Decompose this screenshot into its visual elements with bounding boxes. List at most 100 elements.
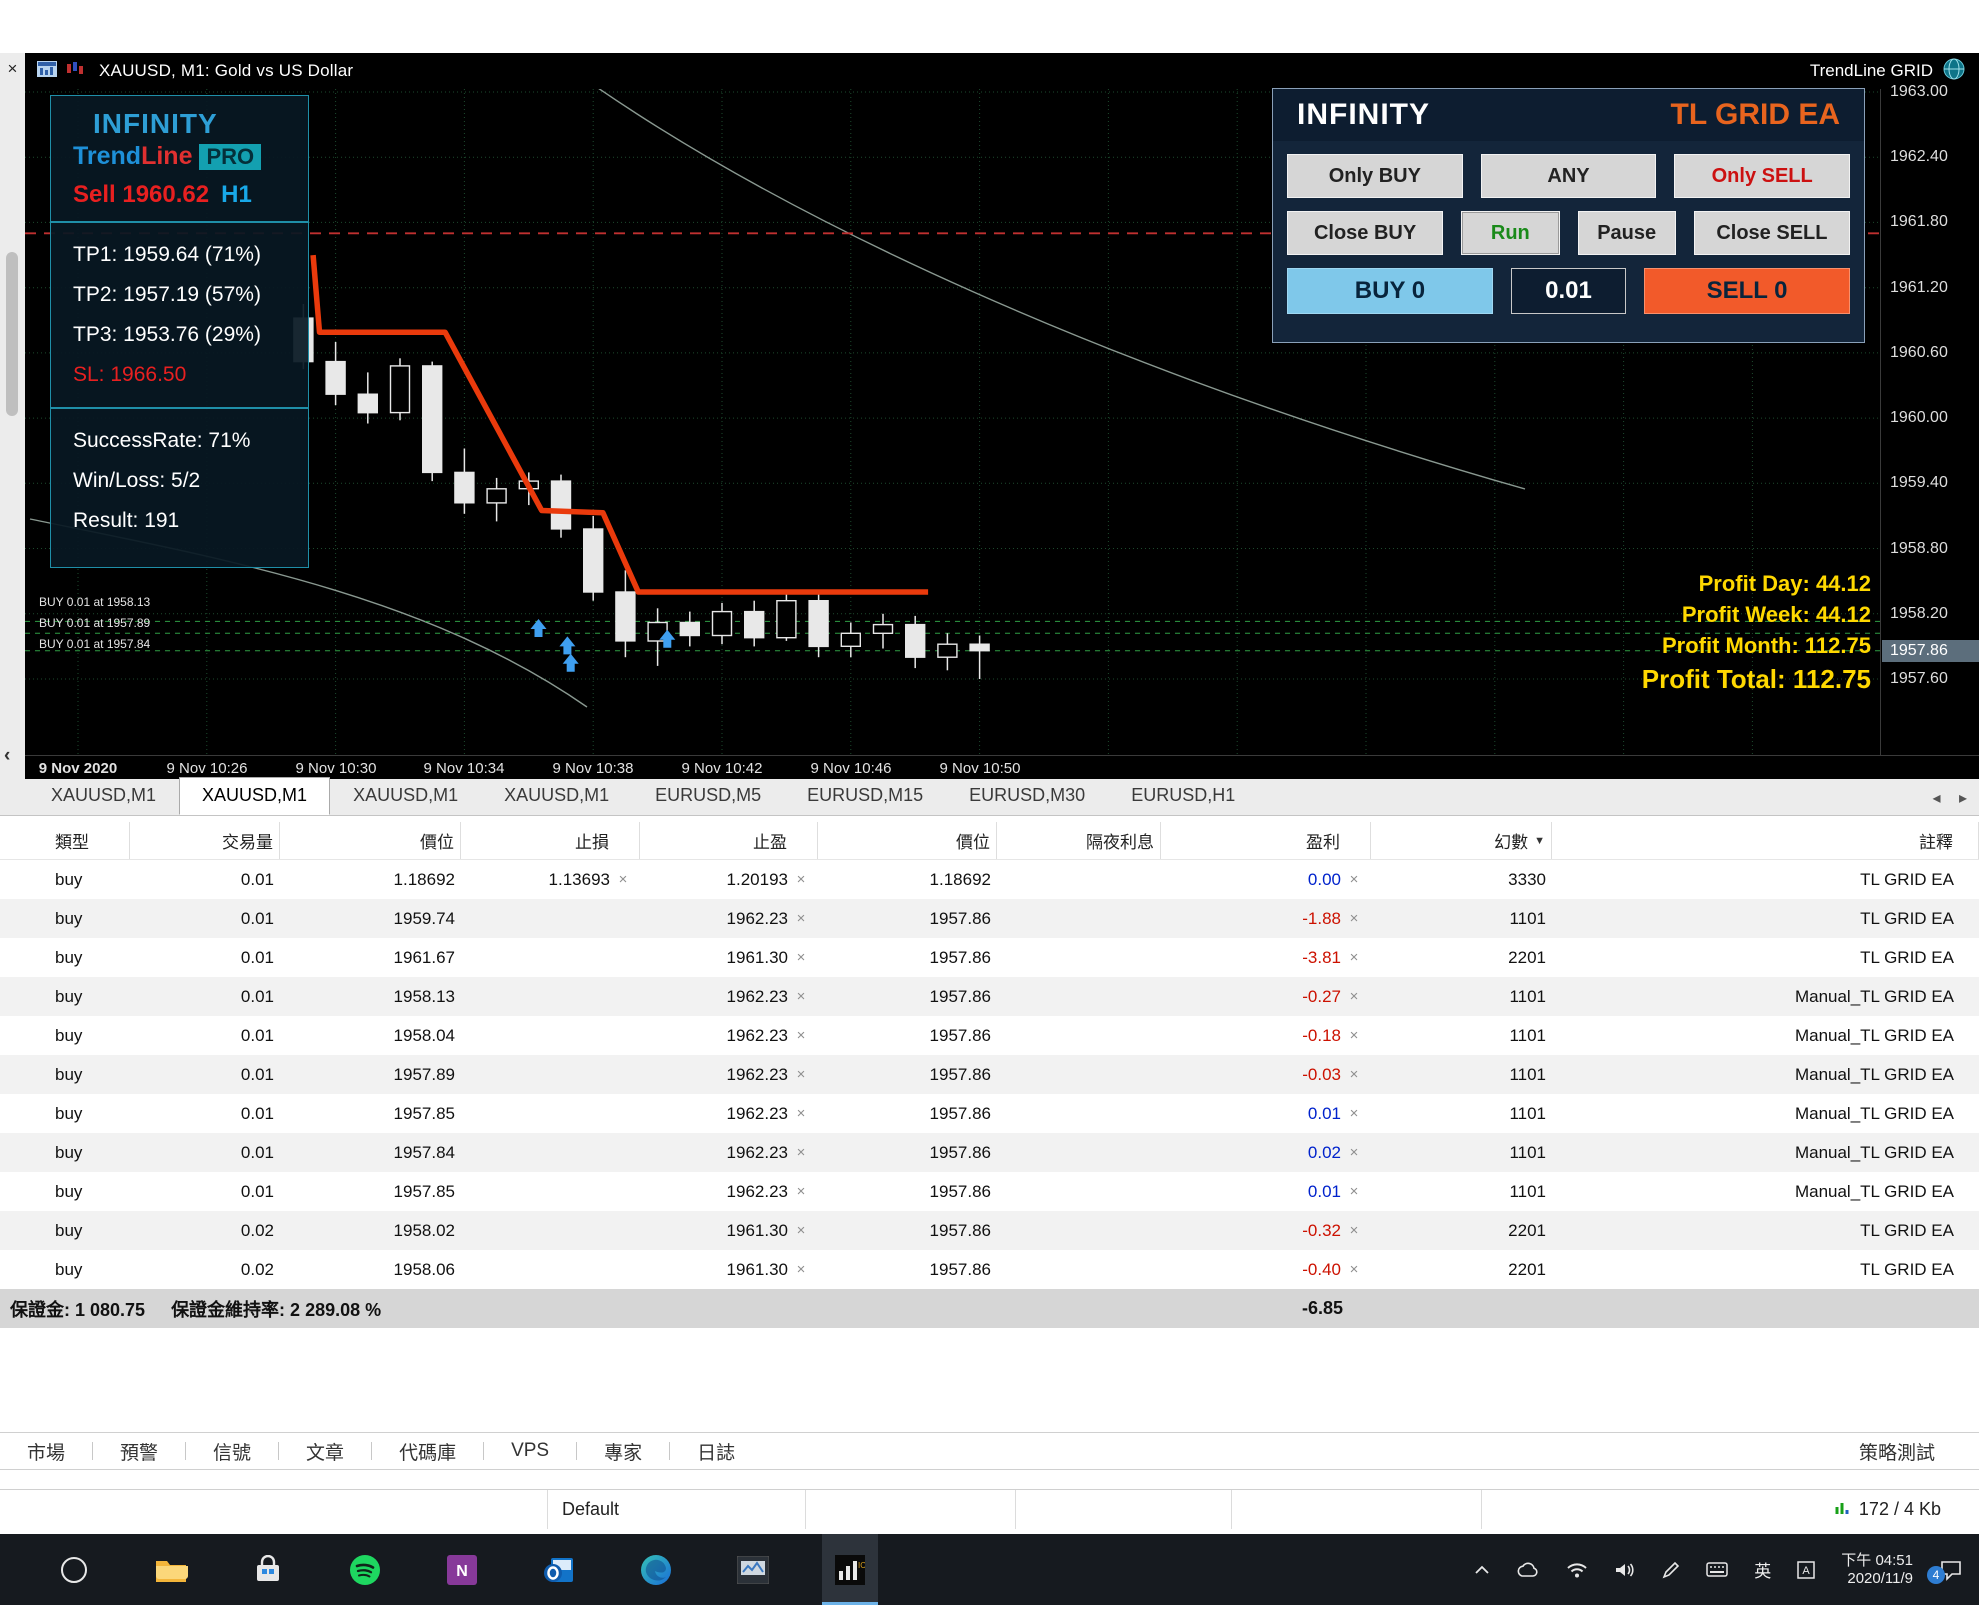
column-header-type[interactable]: 類型: [0, 822, 130, 859]
column-header-price[interactable]: 價位: [280, 822, 461, 859]
close-position-icon[interactable]: ×: [790, 871, 812, 888]
close-position-icon[interactable]: ×: [1343, 1066, 1365, 1083]
close-position-icon[interactable]: ×: [1343, 910, 1365, 927]
close-position-icon[interactable]: ×: [790, 910, 812, 927]
column-header-comment[interactable]: 註釋: [1552, 822, 1979, 859]
tray-expand-icon[interactable]: [1474, 1565, 1490, 1575]
chart-tab-eurusd-m5[interactable]: EURUSD,M5: [632, 777, 784, 815]
chart-tab-eurusd-m30[interactable]: EURUSD,M30: [946, 777, 1108, 815]
position-row[interactable]: buy0.021958.021961.30×1957.86-0.32×2201T…: [0, 1211, 1979, 1250]
volume-icon[interactable]: [1614, 1562, 1636, 1578]
strategy-tester-tab[interactable]: 策略測試: [1859, 1438, 1979, 1465]
language-indicator[interactable]: 英: [1754, 1557, 1771, 1582]
chart-tab-xauusd-m1-2[interactable]: XAUUSD,M1: [179, 777, 330, 815]
chart-tab-eurusd-m15[interactable]: EURUSD,M15: [784, 777, 946, 815]
close-position-icon[interactable]: ×: [1343, 1105, 1365, 1122]
onenote-icon[interactable]: N: [434, 1534, 490, 1605]
any-button[interactable]: ANY: [1481, 154, 1657, 198]
search-icon[interactable]: [46, 1534, 102, 1605]
clock[interactable]: 下午 04:51 2020/11/9: [1841, 1552, 1913, 1588]
column-header-swap[interactable]: 隔夜利息: [997, 822, 1161, 859]
run-button[interactable]: Run: [1461, 211, 1559, 255]
profile-selector[interactable]: Default: [548, 1490, 806, 1529]
toolbox-tab-experts[interactable]: 專家: [577, 1438, 669, 1465]
toolbox-tab-journal[interactable]: 日誌: [670, 1438, 762, 1465]
edge-icon[interactable]: [628, 1534, 684, 1605]
close-position-icon[interactable]: ×: [1343, 949, 1365, 966]
pause-button[interactable]: Pause: [1578, 211, 1676, 255]
tab-scroll-left-icon[interactable]: ◂: [1932, 790, 1940, 807]
position-row[interactable]: buy0.011961.671961.30×1957.86-3.81×2201T…: [0, 938, 1979, 977]
column-header-sl[interactable]: 止損: [461, 822, 640, 859]
close-position-icon[interactable]: ×: [790, 949, 812, 966]
close-sell-button[interactable]: Close SELL: [1694, 211, 1850, 255]
tab-scroll-right-icon[interactable]: ▸: [1959, 790, 1967, 807]
buy-count-button[interactable]: BUY 0: [1287, 268, 1493, 314]
close-position-icon[interactable]: ×: [1343, 871, 1365, 888]
close-position-icon[interactable]: ×: [790, 1105, 812, 1122]
close-position-icon[interactable]: ×: [1343, 1261, 1365, 1278]
position-row[interactable]: buy0.011958.131962.23×1957.86-0.27×1101M…: [0, 977, 1979, 1016]
close-position-icon[interactable]: ×: [790, 1222, 812, 1239]
monitor-app-icon[interactable]: [725, 1534, 781, 1605]
close-position-icon[interactable]: ×: [790, 1261, 812, 1278]
time-axis[interactable]: 9 Nov 20209 Nov 10:269 Nov 10:309 Nov 10…: [25, 755, 1979, 779]
position-row[interactable]: buy0.011958.041962.23×1957.86-0.18×1101M…: [0, 1016, 1979, 1055]
column-header-magic[interactable]: 幻數▼: [1371, 822, 1552, 859]
column-header-tp[interactable]: 止盈: [640, 822, 818, 859]
position-row[interactable]: buy0.011957.851962.23×1957.860.01×1101Ma…: [0, 1094, 1979, 1133]
sell-count-button[interactable]: SELL 0: [1644, 268, 1850, 314]
close-buy-button[interactable]: Close BUY: [1287, 211, 1443, 255]
price-axis[interactable]: 1963.001962.401961.801961.201960.601960.…: [1880, 89, 1979, 755]
store-icon[interactable]: [240, 1534, 296, 1605]
spotify-icon[interactable]: [337, 1534, 393, 1605]
toolbox-tab-codebase[interactable]: 代碼庫: [372, 1438, 483, 1465]
close-position-icon[interactable]: ×: [790, 988, 812, 1005]
close-position-icon[interactable]: ×: [790, 1144, 812, 1161]
close-position-icon[interactable]: ×: [1343, 1027, 1365, 1044]
close-position-icon[interactable]: ×: [1343, 1222, 1365, 1239]
pen-icon[interactable]: [1662, 1561, 1680, 1579]
toolbox-tab-articles[interactable]: 文章: [279, 1438, 371, 1465]
position-row[interactable]: buy0.011957.851962.23×1957.860.01×1101Ma…: [0, 1172, 1979, 1211]
only-buy-button[interactable]: Only BUY: [1287, 154, 1463, 198]
close-position-icon[interactable]: ×: [1343, 988, 1365, 1005]
touch-keyboard-icon[interactable]: [1706, 1562, 1728, 1577]
close-position-icon[interactable]: ×: [790, 1027, 812, 1044]
toolbox-tab-signals[interactable]: 信號: [186, 1438, 278, 1465]
file-explorer-icon[interactable]: [143, 1534, 199, 1605]
position-row[interactable]: buy0.021958.061961.30×1957.86-0.40×2201T…: [0, 1250, 1979, 1289]
column-header-volume[interactable]: 交易量: [130, 822, 280, 859]
toolbox-tab-market[interactable]: 市場: [0, 1438, 92, 1465]
close-position-icon[interactable]: ×: [790, 1066, 812, 1083]
chart-tab-xauusd-m1-3[interactable]: XAUUSD,M1: [330, 777, 481, 815]
chart-tab-eurusd-h1[interactable]: EURUSD,H1: [1108, 777, 1258, 815]
position-row[interactable]: buy0.011959.741962.23×1957.86-1.88×1101T…: [0, 899, 1979, 938]
outlook-icon[interactable]: [531, 1534, 587, 1605]
toolbox-tab-vps[interactable]: VPS: [484, 1440, 576, 1462]
chart-tab-xauusd-m1-4[interactable]: XAUUSD,M1: [481, 777, 632, 815]
cell-value: 0.00: [1308, 870, 1341, 890]
position-row[interactable]: buy0.011957.841962.23×1957.860.02×1101Ma…: [0, 1133, 1979, 1172]
onedrive-cloud-icon[interactable]: [1516, 1562, 1540, 1578]
toolbox-tab-alerts[interactable]: 預警: [93, 1438, 185, 1465]
close-position-icon[interactable]: ×: [790, 1183, 812, 1200]
scroll-left-icon[interactable]: ‹: [4, 745, 10, 767]
column-header-price2[interactable]: 價位: [818, 822, 997, 859]
trading-app-icon[interactable]: IC: [822, 1534, 878, 1605]
chart-tab-xauusd-m1-1[interactable]: XAUUSD,M1: [28, 777, 179, 815]
wifi-icon[interactable]: [1566, 1562, 1588, 1578]
action-center-icon[interactable]: 4: [1939, 1559, 1963, 1581]
column-header-profit[interactable]: 盈利: [1161, 822, 1371, 859]
scrollbar-thumb[interactable]: [6, 252, 18, 416]
close-position-icon[interactable]: ×: [1343, 1144, 1365, 1161]
connection-status[interactable]: 172 / 4 Kb: [1833, 1499, 1979, 1520]
position-row[interactable]: buy0.011.186921.13693×1.20193×1.186920.0…: [0, 860, 1979, 899]
close-position-icon[interactable]: ×: [612, 871, 634, 888]
ime-mode-icon[interactable]: A: [1797, 1561, 1815, 1579]
position-row[interactable]: buy0.011957.891962.23×1957.86-0.03×1101M…: [0, 1055, 1979, 1094]
close-icon[interactable]: ×: [0, 53, 25, 79]
only-sell-button[interactable]: Only SELL: [1674, 154, 1850, 198]
close-position-icon[interactable]: ×: [1343, 1183, 1365, 1200]
lot-size-field[interactable]: 0.01: [1511, 268, 1626, 314]
